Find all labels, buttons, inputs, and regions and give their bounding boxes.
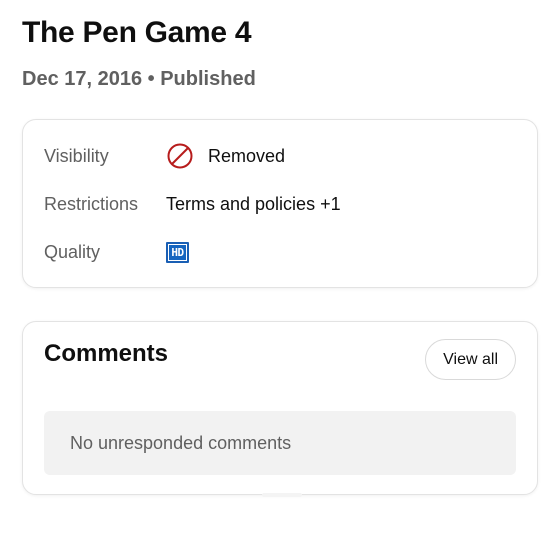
quality-value: HD [166, 241, 189, 263]
quality-row: Quality HD [44, 236, 517, 268]
removed-icon [167, 143, 193, 169]
visibility-label: Visibility [44, 145, 109, 166]
video-date-status: Dec 17, 2016 • Published [22, 68, 256, 90]
no-comments-message: No unresponded comments [44, 411, 516, 475]
video-details-card: Visibility Removed Restrictions Terms an… [22, 119, 538, 288]
restrictions-value: Terms and policies +1 [166, 193, 341, 214]
video-title: The Pen Game 4 [22, 16, 252, 49]
view-all-comments-button[interactable]: View all [425, 339, 516, 380]
scroll-handle [262, 493, 302, 497]
comments-card: Comments View all No unresponded comment… [22, 321, 538, 495]
video-details-page: The Pen Game 4 Dec 17, 2016 • Published … [0, 0, 560, 560]
comments-title: Comments [44, 340, 169, 367]
hd-badge-icon: HD [166, 241, 189, 263]
quality-label: Quality [44, 241, 101, 262]
restrictions-row[interactable]: Restrictions Terms and policies +1 [44, 188, 517, 220]
visibility-value: Removed [166, 142, 285, 170]
restrictions-label: Restrictions [44, 193, 139, 214]
visibility-row[interactable]: Visibility Removed [44, 140, 517, 172]
visibility-value-text: Removed [208, 145, 286, 166]
